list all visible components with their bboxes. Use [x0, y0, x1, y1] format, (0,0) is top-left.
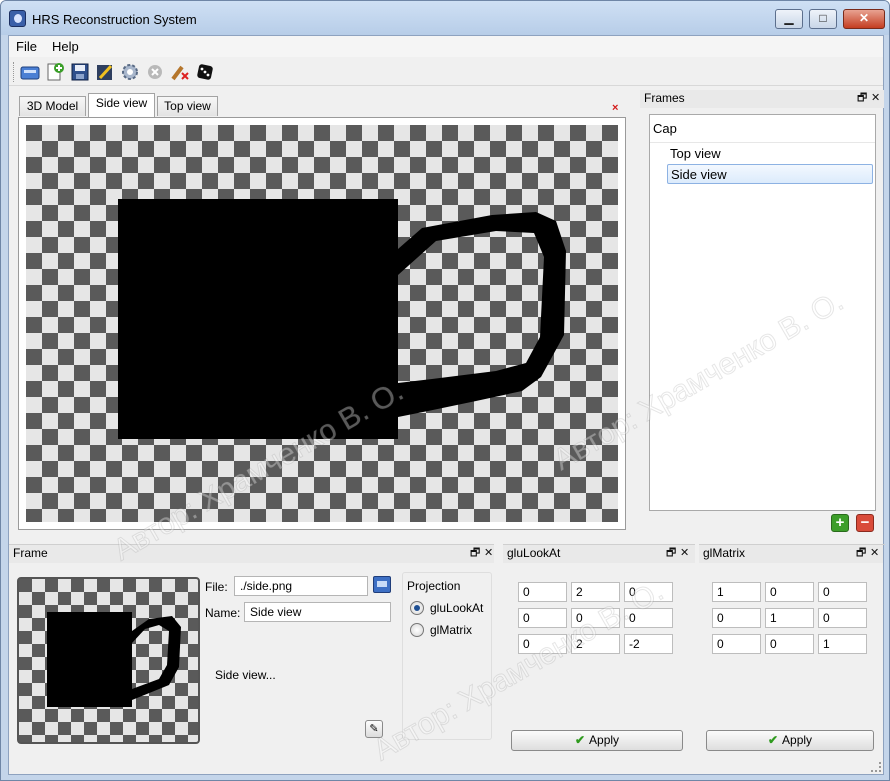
- check-icon: ✔: [767, 733, 779, 747]
- resize-grip[interactable]: [871, 762, 881, 772]
- settings-icon[interactable]: [119, 61, 141, 83]
- matrix-cell[interactable]: 0: [818, 608, 867, 628]
- tab-3d-model[interactable]: 3D Model: [19, 96, 86, 116]
- app-window: HRS Reconstruction System ▁ □ ✕ File Hel…: [0, 0, 890, 781]
- lookat-cell[interactable]: 0: [518, 582, 567, 602]
- frame-description[interactable]: Side view...: [215, 668, 276, 682]
- tab-side-view[interactable]: Side view: [88, 93, 155, 117]
- matrix-cell[interactable]: 0: [765, 634, 814, 654]
- app-logo-icon: [9, 10, 26, 27]
- radio-glmatrix-label[interactable]: glMatrix: [430, 623, 472, 637]
- dock-float-icon[interactable]: 🗗: [856, 547, 866, 559]
- frames-dock-title: Frames: [640, 90, 884, 108]
- lookat-cell[interactable]: -2: [624, 634, 673, 654]
- projection-title: Projection: [407, 579, 461, 593]
- matrix-cell[interactable]: 0: [712, 634, 761, 654]
- radio-glulookat-label[interactable]: gluLookAt: [430, 601, 483, 615]
- lookat-cell[interactable]: 0: [571, 608, 620, 628]
- matrix-cell[interactable]: 0: [818, 582, 867, 602]
- minimize-button[interactable]: ▁: [775, 9, 803, 29]
- radio-glmatrix[interactable]: [410, 623, 424, 637]
- transparency-background: [26, 125, 618, 522]
- name-label: Name:: [205, 606, 241, 620]
- dock-float-icon[interactable]: 🗗: [666, 547, 676, 559]
- glulookat-apply-button[interactable]: ✔ Apply: [511, 730, 683, 751]
- tool-button[interactable]: ✎: [365, 720, 383, 738]
- browse-file-button[interactable]: [373, 576, 391, 593]
- frames-dock: Frames 🗗 ✕ Cap Top view Side view: [640, 90, 884, 536]
- title-bar: HRS Reconstruction System ▁ □ ✕: [1, 1, 889, 35]
- mug-silhouette: [118, 199, 566, 439]
- window-title: HRS Reconstruction System: [32, 12, 197, 27]
- add-frame-button[interactable]: +: [831, 514, 849, 532]
- tab-top-view[interactable]: Top view: [157, 96, 218, 116]
- close-window-button[interactable]: ✕: [843, 9, 885, 29]
- toolbar-grip[interactable]: [13, 62, 15, 82]
- dock-float-icon[interactable]: 🗗: [470, 547, 480, 559]
- frame-dock-title: Frame: [9, 545, 494, 563]
- glulookat-dock: gluLookAt 🗗 ✕ 0 2 0 0 0 0 0 2 -2 ✔ Apply: [503, 544, 695, 774]
- new-icon[interactable]: [19, 61, 41, 83]
- tree-item-side-view[interactable]: Side view: [667, 164, 873, 184]
- mug-thumbnail-silhouette: [47, 612, 181, 707]
- file-label: File:: [205, 580, 228, 594]
- remove-frame-button[interactable]: −: [856, 514, 874, 532]
- glmatrix-apply-button[interactable]: ✔ Apply: [706, 730, 874, 751]
- menu-bar: File Help: [9, 36, 883, 57]
- cancel-icon[interactable]: [144, 61, 166, 83]
- menu-file[interactable]: File: [16, 39, 37, 54]
- save-icon[interactable]: [69, 61, 91, 83]
- maximize-button[interactable]: □: [809, 9, 837, 29]
- tree-root-item[interactable]: Cap: [653, 121, 677, 136]
- glmatrix-dock: glMatrix 🗗 ✕ 1 0 0 0 1 0 0 0 1 ✔ Apply: [699, 544, 885, 774]
- lookat-cell[interactable]: 2: [571, 582, 620, 602]
- edit-icon[interactable]: [94, 61, 116, 83]
- projection-group: Projection gluLookAt glMatrix: [402, 572, 492, 740]
- matrix-cell[interactable]: 0: [765, 582, 814, 602]
- close-tab-icon[interactable]: ×: [612, 103, 622, 114]
- lookat-cell[interactable]: 2: [571, 634, 620, 654]
- radio-glulookat[interactable]: [410, 601, 424, 615]
- apply-label: Apply: [782, 733, 813, 747]
- dock-float-icon[interactable]: 🗗: [857, 92, 867, 104]
- lookat-cell[interactable]: 0: [624, 582, 673, 602]
- main-area: File Help 3D Model Side view Top view × …: [8, 35, 885, 775]
- menu-help[interactable]: Help: [52, 39, 79, 54]
- dock-close-icon[interactable]: ✕: [680, 547, 689, 559]
- name-field[interactable]: Side view: [244, 602, 391, 622]
- frames-tree: Cap Top view Side view: [649, 114, 876, 511]
- lookat-cell[interactable]: 0: [518, 608, 567, 628]
- random-icon[interactable]: [194, 61, 216, 83]
- tree-item-top-view[interactable]: Top view: [667, 144, 873, 164]
- matrix-cell[interactable]: 1: [765, 608, 814, 628]
- apply-label: Apply: [589, 733, 620, 747]
- lookat-cell[interactable]: 0: [624, 608, 673, 628]
- image-viewport[interactable]: [18, 117, 626, 530]
- add-icon[interactable]: [44, 61, 66, 83]
- dock-close-icon[interactable]: ✕: [870, 547, 879, 559]
- tree-divider: [650, 142, 875, 143]
- matrix-cell[interactable]: 0: [712, 608, 761, 628]
- matrix-cell[interactable]: 1: [712, 582, 761, 602]
- check-icon: ✔: [574, 733, 586, 747]
- frame-thumbnail: [17, 577, 200, 744]
- toolbar: [9, 58, 883, 86]
- frame-dock: Frame 🗗 ✕ File: ./side.png Name: Side vi…: [9, 544, 494, 774]
- matrix-cell[interactable]: 1: [818, 634, 867, 654]
- dock-close-icon[interactable]: ✕: [871, 92, 880, 104]
- dock-close-icon[interactable]: ✕: [484, 547, 493, 559]
- clear-icon[interactable]: [169, 61, 191, 83]
- file-path-field[interactable]: ./side.png: [234, 576, 368, 596]
- lookat-cell[interactable]: 0: [518, 634, 567, 654]
